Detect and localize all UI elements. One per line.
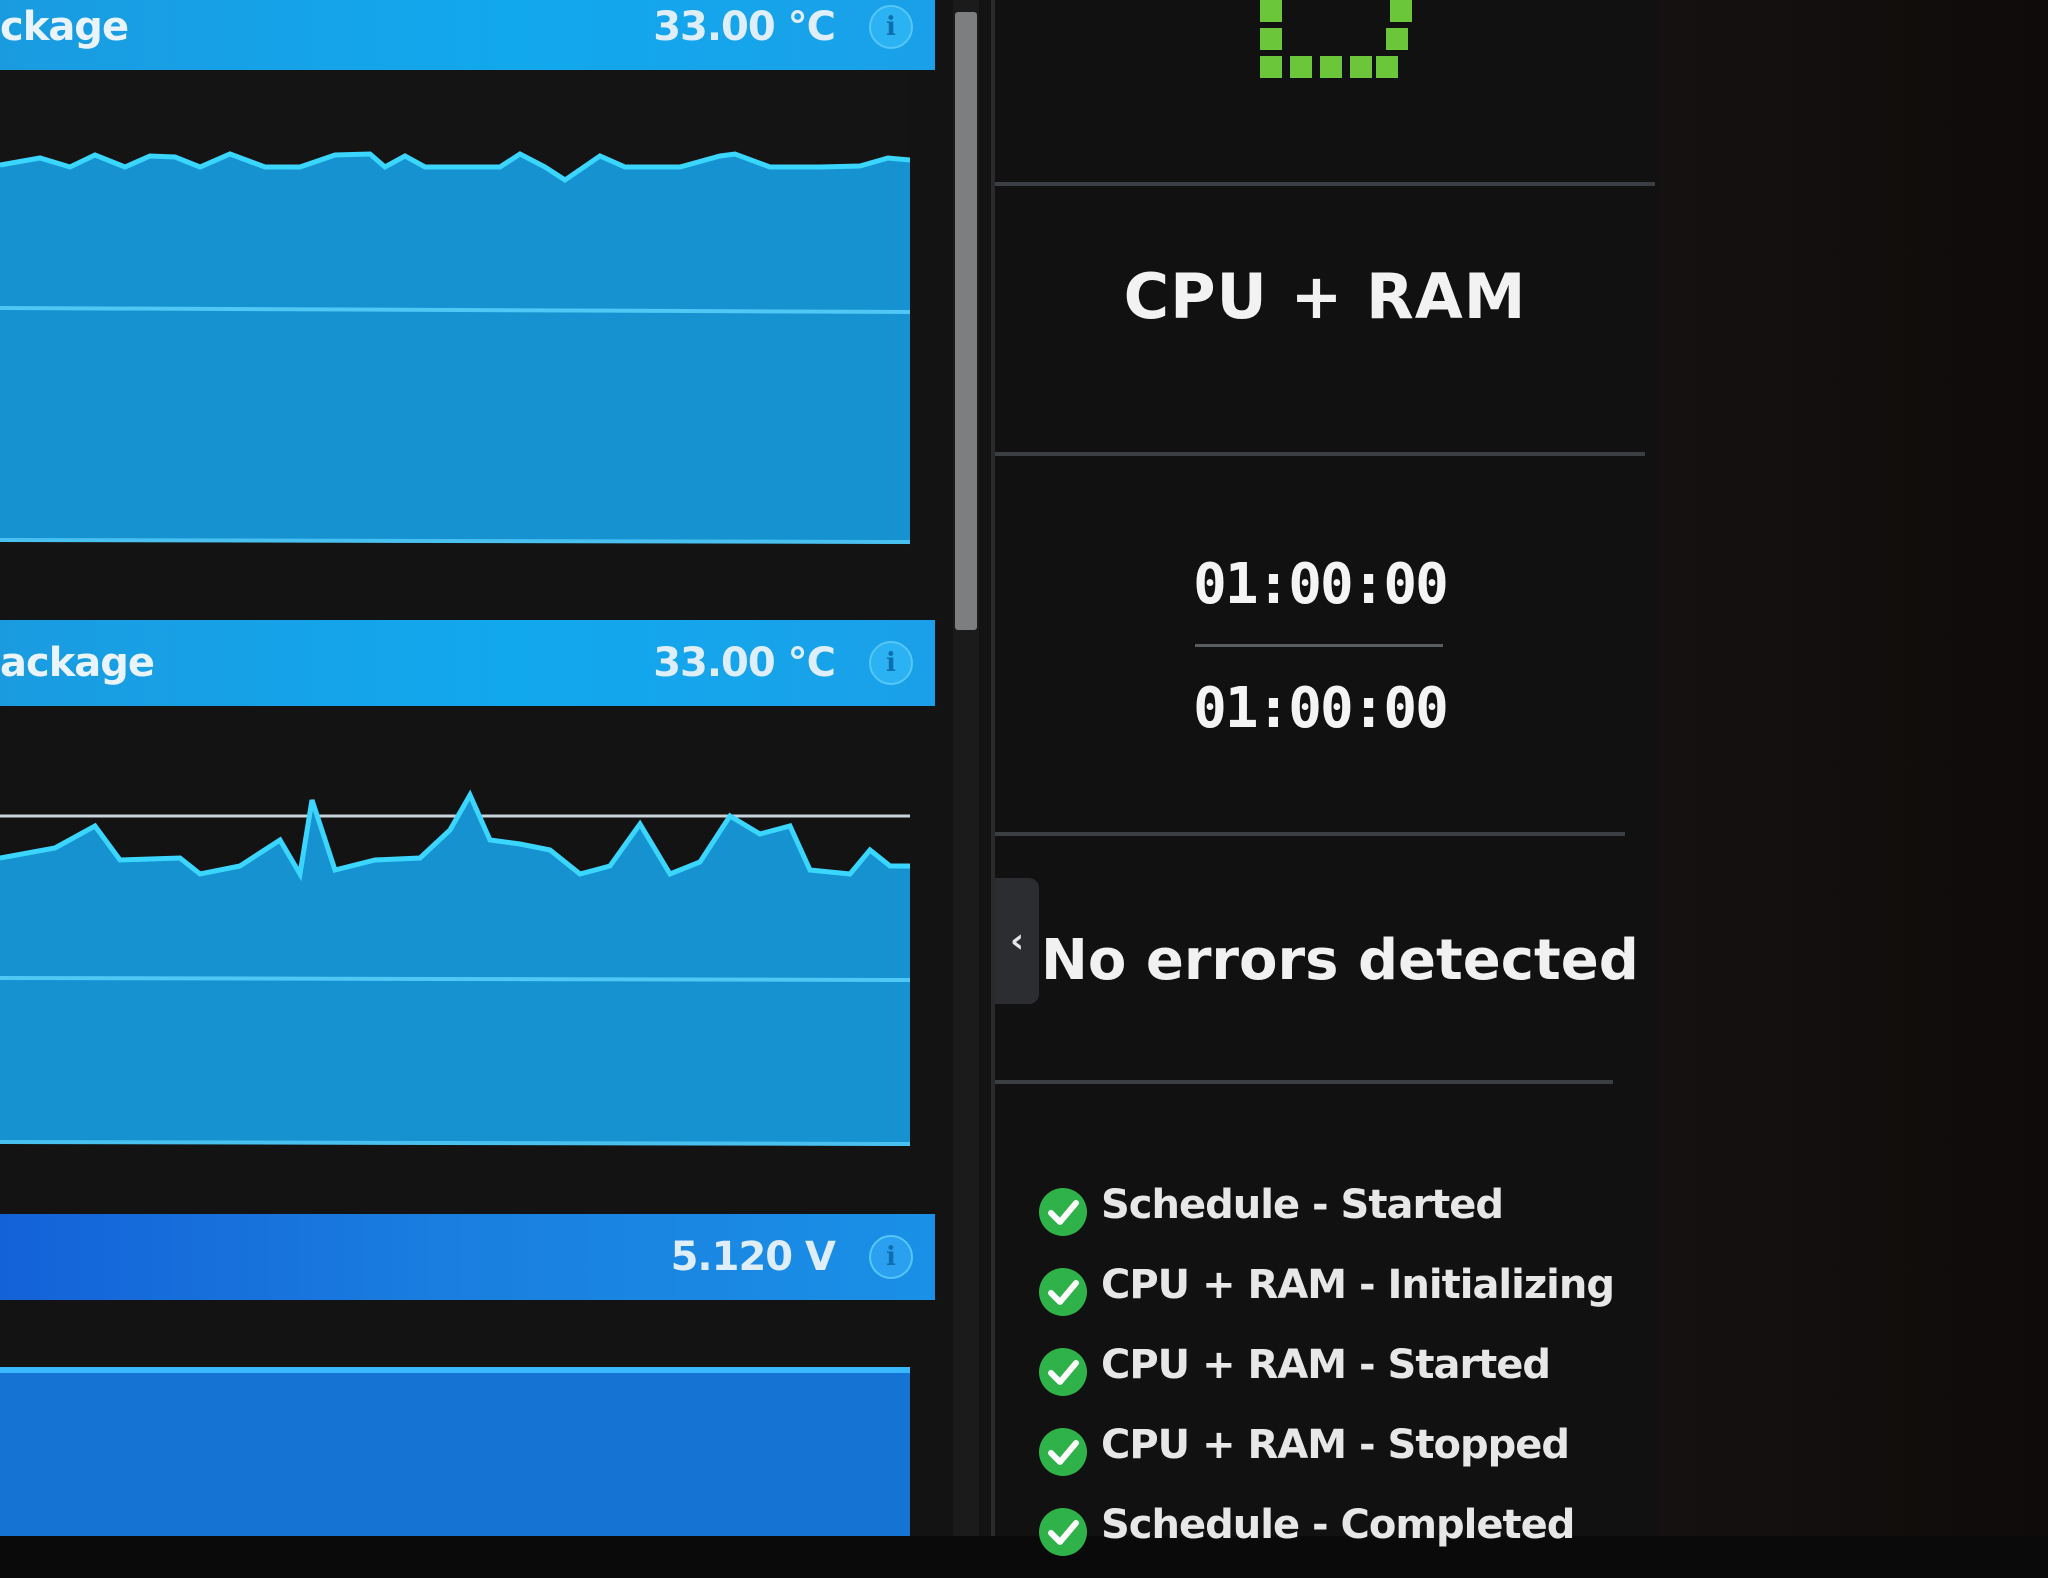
sensor-graph-1 (0, 70, 910, 550)
error-status: No errors detected (1041, 928, 1639, 993)
log-entry: CPU + RAM - Stopped (1039, 1418, 1659, 1498)
log-text: CPU + RAM - Initializing (1101, 1262, 1615, 1308)
test-name: CPU + RAM (1123, 260, 1527, 333)
graph-baseline (0, 538, 910, 544)
graph-fill (0, 795, 910, 1142)
log-text: CPU + RAM - Stopped (1101, 1422, 1570, 1468)
section-divider (995, 1080, 1613, 1084)
section-divider (995, 182, 1655, 186)
log-entry: CPU + RAM - Initializing (1039, 1258, 1659, 1338)
log-text: Schedule - Completed (1101, 1502, 1575, 1548)
sensor-graph-2 (0, 770, 910, 1150)
log-entry: Schedule - Completed (1039, 1498, 1659, 1578)
log-text: Schedule - Started (1101, 1182, 1504, 1228)
sensor-value: 33.00 °C (653, 640, 836, 686)
check-circle-icon (1039, 1428, 1087, 1476)
graph-gridline (0, 976, 910, 982)
elapsed-time: 01:00:00 (1193, 552, 1449, 617)
sensor-value: 33.00 °C (653, 4, 836, 50)
info-icon[interactable]: i (869, 5, 913, 49)
info-icon[interactable]: i (869, 641, 913, 685)
sensor-header-1[interactable]: ckage 33.00 °C i (0, 0, 935, 70)
log-text: CPU + RAM - Started (1101, 1342, 1551, 1388)
scrollbar-thumb[interactable] (955, 12, 977, 630)
check-circle-icon (1039, 1508, 1087, 1556)
graph-fill (0, 1370, 910, 1536)
sensor-name: ckage (0, 4, 129, 50)
section-divider (995, 832, 1625, 836)
sensor-header-2[interactable]: ackage 33.00 °C i (0, 620, 935, 706)
log-entry: Schedule - Started (1039, 1178, 1659, 1258)
check-circle-icon (1039, 1348, 1087, 1396)
check-circle-icon (1039, 1268, 1087, 1316)
timer-divider (1195, 644, 1443, 647)
status-panel: CPU + RAM 01:00:00 01:00:00 ‹ No errors … (995, 0, 1660, 1556)
total-time: 01:00:00 (1193, 676, 1449, 741)
chevron-left-icon: ‹ (1009, 921, 1024, 961)
monitor-bezel-background (1660, 0, 2048, 1536)
log-entry: CPU + RAM - Started (1039, 1338, 1659, 1418)
graph-fill (0, 154, 910, 540)
graph-baseline (0, 1140, 910, 1146)
collapse-panel-button[interactable]: ‹ (995, 878, 1039, 1004)
check-circle-icon (1039, 1188, 1087, 1236)
section-divider (995, 452, 1645, 456)
sensor-graph-3 (0, 1366, 910, 1536)
event-log: Schedule - Started CPU + RAM - Initializ… (1039, 1178, 1659, 1578)
sensor-value: 5.120 V (670, 1234, 836, 1280)
sensor-header-3[interactable]: 5.120 V i (0, 1214, 935, 1300)
sensor-name: ackage (0, 640, 155, 686)
info-icon[interactable]: i (869, 1235, 913, 1279)
sensor-panel: ckage 33.00 °C i ackage 33.00 °C i 5.120… (0, 0, 995, 1536)
status-grid-icon (1260, 0, 1440, 86)
